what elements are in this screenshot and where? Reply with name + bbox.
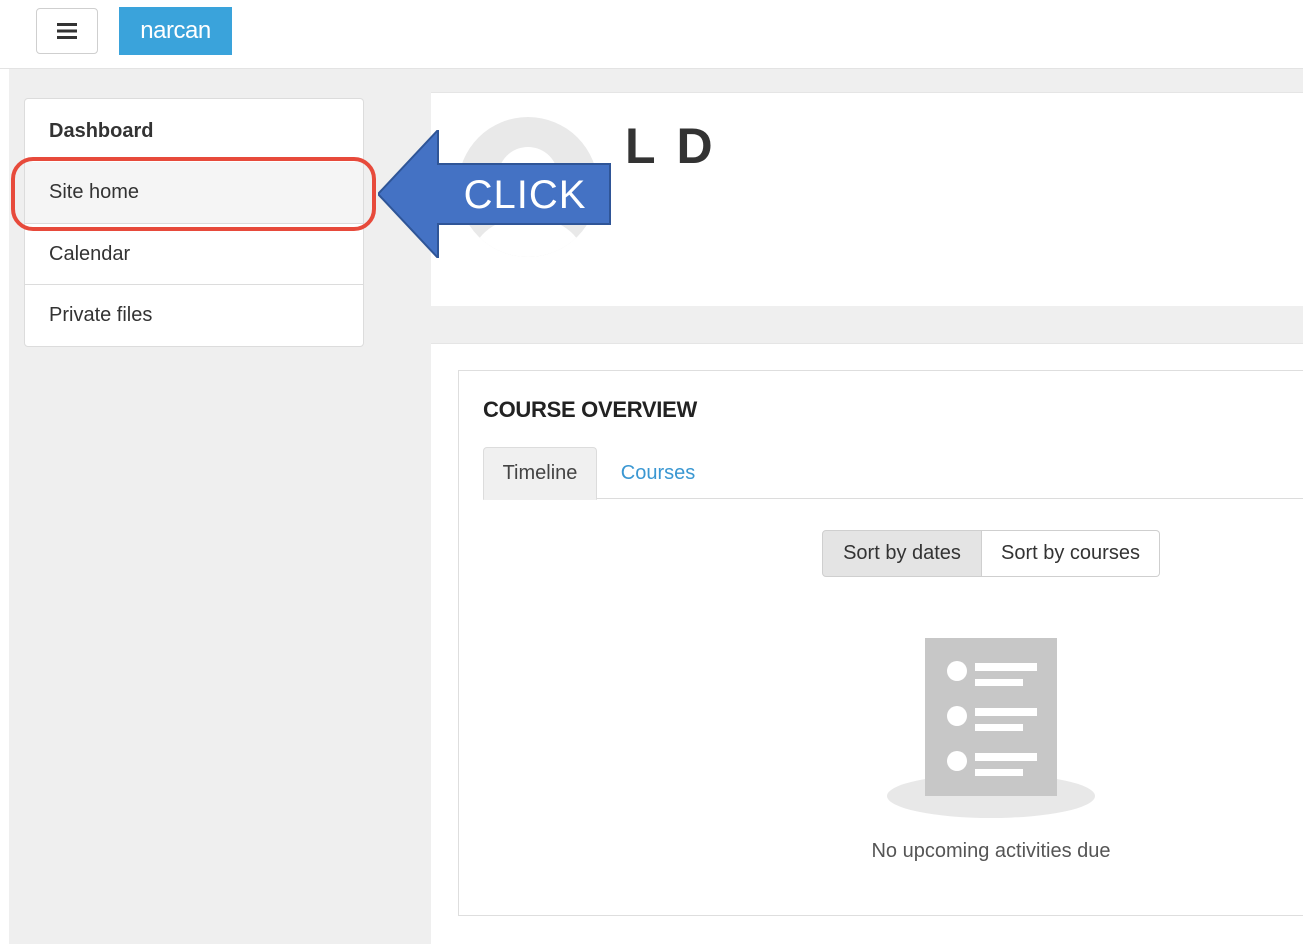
hamburger-icon	[57, 23, 77, 39]
sort-by-dates-button[interactable]: Sort by dates	[822, 530, 982, 577]
user-full-name: L D	[625, 118, 717, 174]
course-overview-title: COURSE OVERVIEW	[483, 397, 697, 422]
sort-by-courses-button[interactable]: Sort by courses	[982, 530, 1160, 577]
empty-state-message: No upcoming activities due	[871, 840, 1111, 862]
sidebar-item-private-files[interactable]: Private files	[25, 284, 363, 345]
sort-button-group: Sort by dates Sort by courses	[822, 530, 1160, 577]
tab-timeline[interactable]: Timeline	[483, 447, 597, 500]
empty-list-icon	[887, 638, 1095, 818]
sidebar-item-calendar[interactable]: Calendar	[25, 223, 363, 284]
highlight-ring-annotation	[11, 157, 376, 231]
click-callout-label: CLICK	[463, 172, 587, 217]
sidebar-item-dashboard[interactable]: Dashboard	[25, 101, 363, 162]
tab-divider	[483, 498, 1303, 499]
tab-courses[interactable]: Courses	[608, 447, 708, 499]
site-brand-link[interactable]: narcan	[119, 7, 232, 55]
nav-drawer-toggle-button[interactable]	[36, 8, 98, 54]
top-navbar: narcan	[0, 0, 1303, 69]
